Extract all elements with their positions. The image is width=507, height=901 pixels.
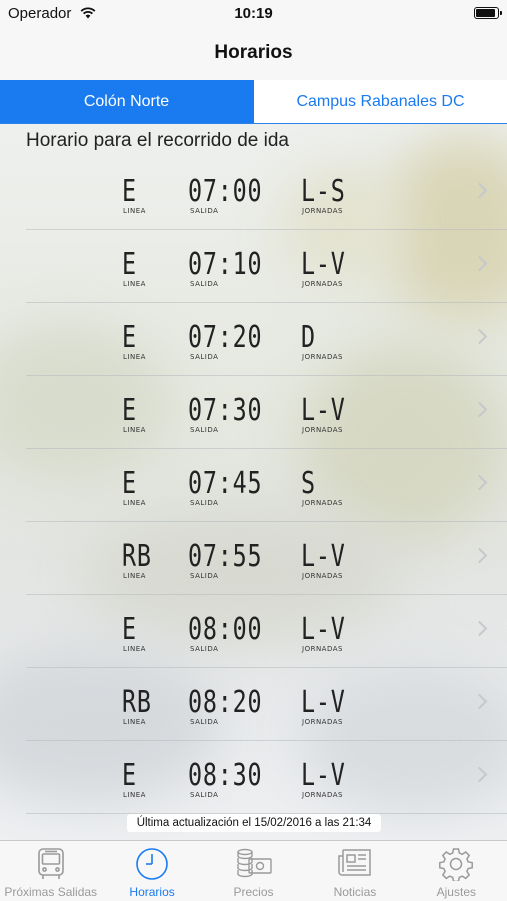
line-code: RB (122, 539, 152, 574)
days-caption: JORNADAS (302, 280, 343, 288)
service-days: L-S (301, 174, 346, 209)
line-code: E (122, 247, 137, 282)
coins-icon (235, 847, 273, 886)
line-caption: LINEA (123, 499, 146, 507)
departure-time: 07:30 (188, 393, 263, 428)
last-update-label: Última actualización el 15/02/2016 a las… (127, 814, 381, 832)
line-code: RB (122, 685, 152, 720)
days-caption: JORNADAS (302, 572, 343, 580)
schedule-row[interactable]: E LINEA 08:30 SALIDA L-V JORNADAS (0, 741, 507, 814)
line-caption: LINEA (123, 718, 146, 726)
schedule-row[interactable]: E LINEA 07:45 SALIDA S JORNADAS (0, 449, 507, 522)
status-bar: Operador 10:19 (0, 0, 507, 28)
tab-label: Próximas Salidas (4, 885, 98, 899)
days-caption: JORNADAS (302, 645, 343, 653)
schedule-row[interactable]: E LINEA 07:00 SALIDA L-S JORNADAS (0, 157, 507, 230)
line-caption: LINEA (123, 572, 146, 580)
tab-ajustes[interactable]: Ajustes (406, 841, 507, 901)
newspaper-icon (337, 847, 373, 884)
clock-icon (135, 847, 169, 886)
days-caption: JORNADAS (302, 207, 343, 215)
chevron-right-icon (471, 620, 488, 637)
departure-time: 08:00 (188, 612, 263, 647)
schedule-row[interactable]: RB LINEA 07:55 SALIDA L-V JORNADAS (0, 522, 507, 595)
service-days: L-V (301, 247, 346, 282)
segment-campus-rabanales[interactable]: Campus Rabanales DC (253, 80, 507, 123)
departure-time: 07:55 (188, 539, 263, 574)
service-days: L-V (301, 393, 346, 428)
departure-time: 07:10 (188, 247, 263, 282)
line-code: E (122, 758, 137, 793)
section-title: Horario para el recorrido de ida (26, 130, 289, 151)
service-days: L-V (301, 758, 346, 793)
line-caption: LINEA (123, 426, 146, 434)
chevron-right-icon (471, 693, 488, 710)
service-days: S (301, 466, 316, 501)
segment-colon-norte[interactable]: Colón Norte (0, 80, 253, 123)
route-segmented-control: Colón Norte Campus Rabanales DC (0, 80, 507, 124)
days-caption: JORNADAS (302, 499, 343, 507)
chevron-right-icon (471, 766, 488, 783)
departure-caption: SALIDA (190, 207, 219, 215)
navigation-bar: Horarios (0, 28, 507, 80)
departure-caption: SALIDA (190, 280, 219, 288)
departure-time: 07:00 (188, 174, 263, 209)
chevron-right-icon (471, 401, 488, 418)
line-code: E (122, 174, 137, 209)
line-caption: LINEA (123, 207, 146, 215)
schedule-row[interactable]: E LINEA 07:30 SALIDA L-V JORNADAS (0, 376, 507, 449)
schedule-list: E LINEA 07:00 SALIDA L-S JORNADAS E LINEA 07:10 S… (0, 157, 507, 814)
line-code: E (122, 393, 137, 428)
battery-icon (474, 7, 502, 19)
departure-time: 07:20 (188, 320, 263, 355)
line-caption: LINEA (123, 791, 146, 799)
tab-bar: Próximas Salidas Horarios Precios Notici… (0, 840, 507, 901)
departure-caption: SALIDA (190, 499, 219, 507)
line-caption: LINEA (123, 645, 146, 653)
tab-label: Horarios (129, 885, 175, 899)
service-days: L-V (301, 612, 346, 647)
tab-label: Ajustes (436, 885, 476, 899)
schedule-row[interactable]: E LINEA 08:00 SALIDA L-V JORNADAS (0, 595, 507, 668)
days-caption: JORNADAS (302, 791, 343, 799)
service-days: L-V (301, 539, 346, 574)
tab-noticias[interactable]: Noticias (304, 841, 405, 901)
departure-caption: SALIDA (190, 353, 219, 361)
departure-time: 08:20 (188, 685, 263, 720)
departure-time: 07:45 (188, 466, 263, 501)
days-caption: JORNADAS (302, 718, 343, 726)
departure-caption: SALIDA (190, 791, 219, 799)
service-days: L-V (301, 685, 346, 720)
departure-caption: SALIDA (190, 426, 219, 434)
departure-time: 08:30 (188, 758, 263, 793)
tab-horarios[interactable]: Horarios (101, 841, 202, 901)
clock-time: 10:19 (234, 5, 273, 22)
tab-precios[interactable]: Precios (203, 841, 304, 901)
line-code: E (122, 320, 137, 355)
chevron-right-icon (471, 547, 488, 564)
chevron-right-icon (471, 255, 488, 272)
chevron-right-icon (471, 474, 488, 491)
tab-label: Precios (233, 885, 274, 899)
page-title: Horarios (214, 42, 293, 63)
days-caption: JORNADAS (302, 426, 343, 434)
departure-caption: SALIDA (190, 718, 219, 726)
departure-caption: SALIDA (190, 572, 219, 580)
bus-icon (35, 847, 67, 886)
line-caption: LINEA (123, 353, 146, 361)
line-caption: LINEA (123, 280, 146, 288)
schedule-row[interactable]: E LINEA 07:10 SALIDA L-V JORNADAS (0, 230, 507, 303)
schedule-row[interactable]: RB LINEA 08:20 SALIDA L-V JORNADAS (0, 668, 507, 741)
schedule-row[interactable]: E LINEA 07:20 SALIDA D JORNADAS (0, 303, 507, 376)
tab-label: Noticias (333, 885, 377, 899)
service-days: D (301, 320, 316, 355)
departure-caption: SALIDA (190, 645, 219, 653)
line-code: E (122, 466, 137, 501)
tab-proximas-salidas[interactable]: Próximas Salidas (0, 841, 101, 901)
chevron-right-icon (471, 182, 488, 199)
days-caption: JORNADAS (302, 353, 343, 361)
gear-icon (439, 847, 474, 886)
chevron-right-icon (471, 328, 488, 345)
line-code: E (122, 612, 137, 647)
